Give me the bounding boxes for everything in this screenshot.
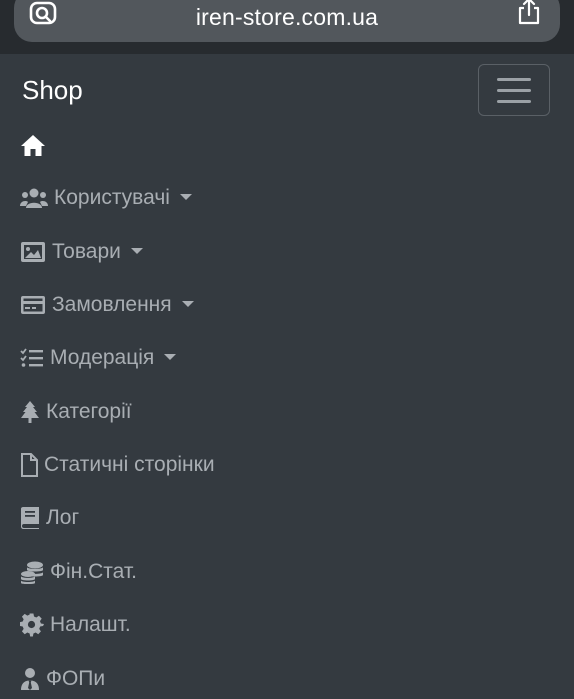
nav-item-label: Товари bbox=[52, 240, 121, 263]
tasks-icon bbox=[20, 348, 43, 367]
gear-icon bbox=[20, 613, 44, 637]
credit-card-icon bbox=[21, 296, 45, 314]
coins-icon bbox=[21, 561, 43, 584]
nav-item-label: Користувачі bbox=[54, 186, 170, 209]
nav-item-label: ФОПи bbox=[46, 667, 106, 690]
nav-item-moderation[interactable]: Модерація bbox=[20, 343, 177, 373]
nav-item-home[interactable] bbox=[20, 130, 46, 160]
address-bar[interactable]: iren-store.com.ua bbox=[14, 0, 560, 42]
browser-toolbar: iren-store.com.ua bbox=[0, 0, 574, 54]
nav-item-label: Фін.Стат. bbox=[50, 560, 137, 583]
hamburger-bar bbox=[497, 77, 531, 81]
url-text[interactable]: iren-store.com.ua bbox=[14, 4, 560, 31]
home-icon bbox=[21, 135, 45, 156]
nav-item-label: Лог bbox=[46, 506, 80, 529]
nav-item-label: Налашт. bbox=[50, 613, 131, 636]
file-icon bbox=[21, 453, 38, 477]
caret-down-icon bbox=[130, 248, 143, 254]
user-tie-icon bbox=[21, 668, 39, 690]
nav-item-categories[interactable]: Категорії bbox=[20, 397, 132, 427]
nav-item-settings[interactable]: Налашт. bbox=[20, 610, 131, 640]
nav-item-log[interactable]: Лог bbox=[20, 503, 79, 533]
image-icon bbox=[21, 242, 45, 262]
nav-item-products[interactable]: Товари bbox=[20, 237, 143, 267]
navbar-brand[interactable]: Shop bbox=[22, 75, 83, 106]
nav-item-fin-stat[interactable]: Фін.Стат. bbox=[20, 557, 137, 587]
nav-item-orders[interactable]: Замовлення bbox=[20, 290, 194, 320]
tree-icon bbox=[21, 401, 39, 423]
nav-item-label: Модерація bbox=[50, 346, 155, 369]
book-icon bbox=[21, 507, 39, 529]
hamburger-bar bbox=[497, 99, 531, 103]
nav-item-fops[interactable]: ФОПи bbox=[20, 664, 105, 694]
nav-item-label: Статичні сторінки bbox=[44, 453, 215, 476]
caret-down-icon bbox=[164, 354, 177, 360]
users-icon bbox=[20, 188, 48, 208]
caret-down-icon bbox=[179, 194, 192, 200]
navbar-toggler-button[interactable] bbox=[478, 64, 550, 116]
nav-item-users[interactable]: Користувачі bbox=[20, 183, 192, 213]
nav-item-label: Категорії bbox=[46, 400, 132, 423]
caret-down-icon bbox=[181, 301, 194, 307]
share-icon[interactable] bbox=[516, 0, 542, 26]
hamburger-bar bbox=[497, 88, 531, 92]
nav-item-label: Замовлення bbox=[52, 293, 172, 316]
nav-item-static-pages[interactable]: Статичні сторінки bbox=[20, 450, 215, 480]
